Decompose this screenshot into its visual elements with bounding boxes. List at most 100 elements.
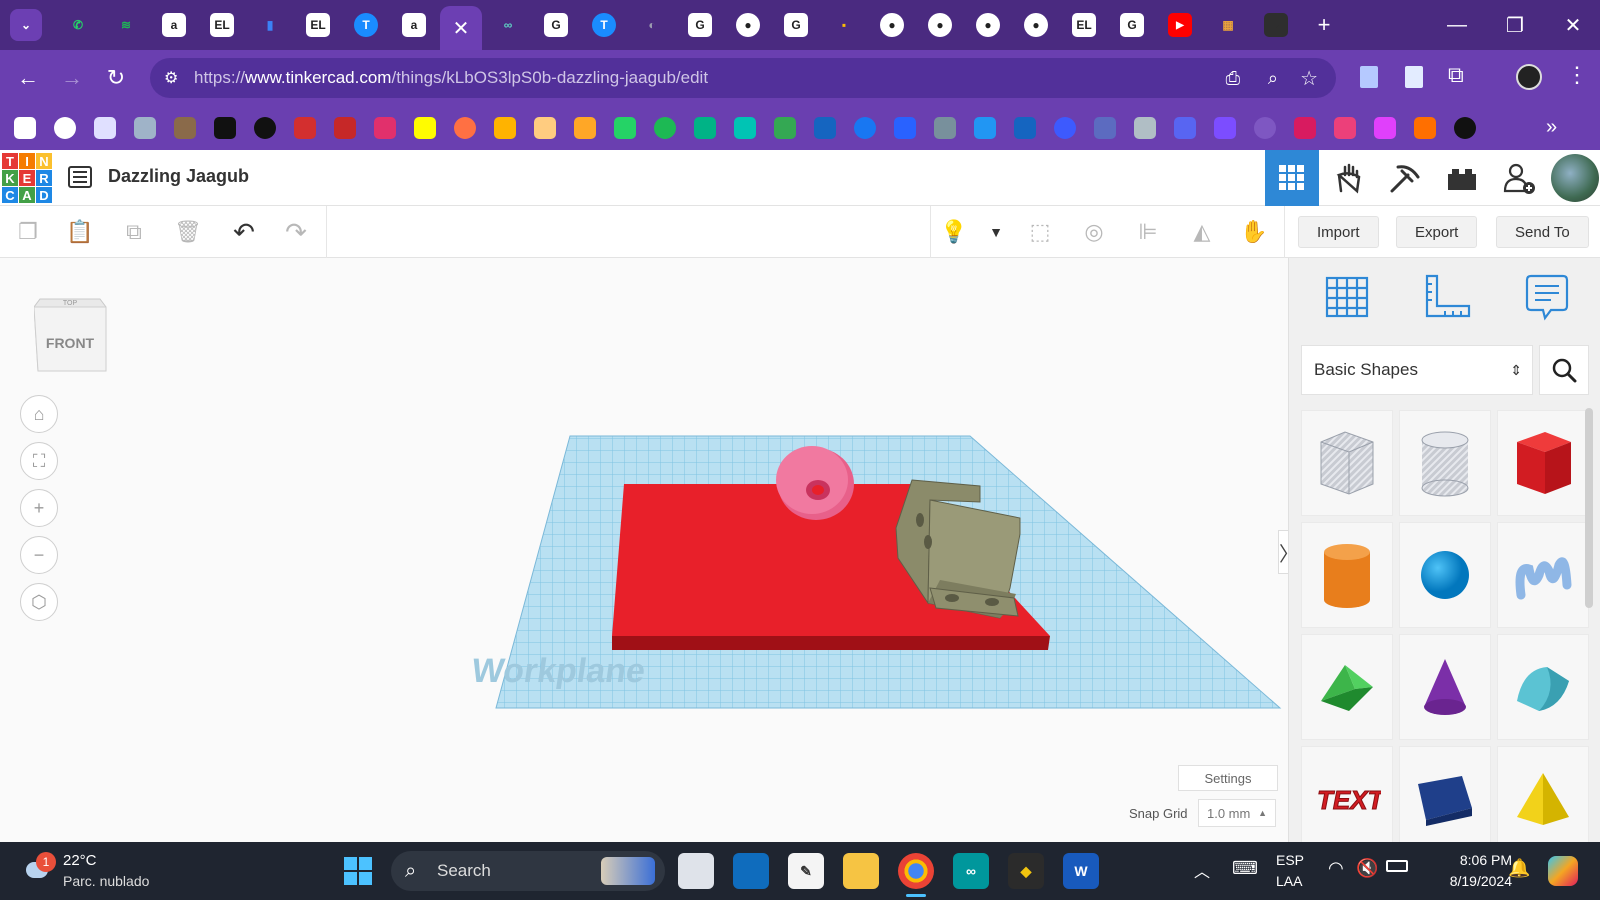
star-icon[interactable]: ☆ — [1300, 66, 1318, 91]
invite-user-button[interactable] — [1492, 150, 1546, 206]
align-icon[interactable]: ⊫ — [1132, 216, 1164, 248]
extension-upload-icon[interactable] — [1405, 66, 1423, 88]
bookmark-icon[interactable] — [574, 117, 596, 139]
google-icon[interactable]: G — [688, 13, 712, 37]
bookmark-icon[interactable] — [1134, 117, 1156, 139]
show-hidden-icons[interactable]: ︿ — [1194, 858, 1210, 882]
install-app-icon[interactable]: ⎙ — [1226, 68, 1240, 89]
battery-icon[interactable] — [1386, 860, 1408, 872]
el-icon[interactable]: EL — [210, 13, 234, 37]
3d-design-view-button[interactable] — [1265, 150, 1319, 206]
bookmark-icon[interactable] — [854, 117, 876, 139]
youtube-icon[interactable]: ▶ — [1168, 13, 1192, 37]
duplicate-icon[interactable]: ⧉ — [118, 216, 150, 248]
zoom-in-icon[interactable]: + — [20, 489, 58, 527]
bookmark-icon[interactable] — [614, 117, 636, 139]
translate-icon[interactable]: T — [354, 13, 378, 37]
shape-pyramid[interactable] — [1497, 746, 1589, 852]
perspective-icon[interactable]: ⬡ — [20, 583, 58, 621]
shape-box[interactable] — [1497, 410, 1589, 516]
bookmark-icon[interactable] — [1094, 117, 1116, 139]
bookmark-icon[interactable] — [1014, 117, 1036, 139]
workplane-tool-icon[interactable] — [1317, 272, 1377, 322]
bookmark-icon[interactable] — [494, 117, 516, 139]
workplane-scene[interactable]: Workplane — [0, 258, 1288, 842]
tinkercad-logo[interactable]: TIN KER CAD — [2, 153, 52, 203]
zoom-out-icon[interactable]: − — [20, 536, 58, 574]
bookmark-icon[interactable] — [1414, 117, 1436, 139]
restore-icon[interactable]: ❐ — [1490, 0, 1540, 50]
bookmark-icon[interactable] — [654, 117, 676, 139]
google-icon[interactable]: G — [784, 13, 808, 37]
notifications-icon[interactable]: 🔔 — [1508, 858, 1530, 879]
el-icon[interactable]: EL — [1072, 13, 1096, 37]
whiteboard-app-icon[interactable]: ✎ — [788, 853, 824, 889]
chrome-icon[interactable] — [898, 853, 934, 889]
close-window-icon[interactable]: ✕ — [1548, 0, 1598, 50]
send-to-button[interactable]: Send To — [1496, 216, 1589, 248]
url-text[interactable]: https://www.tinkercad.com/things/kLbOS3l… — [194, 68, 708, 88]
bookmark-icon[interactable] — [174, 117, 196, 139]
extensions-puzzle-icon[interactable]: ⧉ — [1448, 62, 1464, 88]
blocks-tools-button[interactable] — [1378, 150, 1432, 206]
weather-temperature[interactable]: 22°C — [63, 852, 97, 869]
whatsapp-icon[interactable]: ✆ — [66, 13, 90, 37]
bookmark-icon[interactable] — [1174, 117, 1196, 139]
windows-start-icon[interactable] — [344, 857, 372, 885]
group-icon[interactable]: ⬚ — [1024, 216, 1056, 248]
bookmark-icon[interactable] — [294, 117, 316, 139]
bookmark-icon[interactable] — [774, 117, 796, 139]
mirror-icon[interactable]: ◭ — [1186, 216, 1218, 248]
speaker-muted-icon[interactable]: 🔇 — [1356, 858, 1378, 879]
infinity-icon[interactable]: ∞ — [496, 13, 520, 37]
shape-search-button[interactable] — [1539, 345, 1589, 395]
bookmark-icon[interactable] — [894, 117, 916, 139]
task-view-icon[interactable] — [678, 853, 714, 889]
back-icon[interactable]: ← — [6, 56, 50, 100]
cruise-icon[interactable]: ✋ — [1238, 216, 1270, 248]
bookmark-icon[interactable] — [1254, 117, 1276, 139]
paste-icon[interactable]: 📋 — [64, 216, 96, 248]
clock-time[interactable]: 8:06 PM — [1430, 852, 1512, 868]
view-cube[interactable]: TOP FRONT — [34, 291, 108, 375]
bookmark-icon[interactable] — [1054, 117, 1076, 139]
bookmark-icon[interactable] — [254, 117, 276, 139]
shape-scribble[interactable] — [1497, 522, 1589, 628]
zoom-icon[interactable]: ⌕ — [1268, 68, 1278, 89]
google-icon[interactable]: G — [1120, 13, 1144, 37]
copy-icon[interactable]: ❐ — [12, 216, 44, 248]
user-avatar[interactable] — [1548, 150, 1600, 206]
input-layout[interactable]: LAA — [1276, 873, 1302, 889]
ungroup-icon[interactable]: ◎ — [1078, 216, 1110, 248]
shape-polygon[interactable] — [1399, 746, 1491, 852]
wifi-icon[interactable]: ◠ — [1328, 858, 1344, 879]
shape-sphere[interactable] — [1399, 522, 1491, 628]
redo-icon[interactable]: ↷ — [280, 216, 312, 248]
bookmark-icon[interactable] — [974, 117, 996, 139]
settings-button[interactable]: Settings — [1178, 765, 1278, 791]
tinkercad-icon[interactable]: ▦ — [1216, 13, 1240, 37]
el-icon[interactable]: EL — [306, 13, 330, 37]
bookmark-icon[interactable] — [814, 117, 836, 139]
amazon-icon[interactable]: a — [402, 13, 426, 37]
shape-round-roof[interactable] — [1497, 634, 1589, 740]
forward-icon[interactable]: → — [50, 56, 94, 100]
more-bookmarks-icon[interactable]: » — [1546, 116, 1557, 139]
shape-library-select[interactable]: Basic Shapes ⇕ — [1301, 345, 1533, 395]
amazon-icon[interactable]: a — [162, 13, 186, 37]
design-list-icon[interactable] — [68, 166, 92, 188]
minimize-icon[interactable]: — — [1432, 0, 1482, 50]
bird-icon[interactable]: ✦ — [1264, 13, 1288, 37]
extension-doc-icon[interactable] — [1360, 66, 1378, 88]
fit-view-icon[interactable]: ⛶ — [20, 442, 58, 480]
input-language[interactable]: ESP — [1276, 852, 1304, 868]
bookmark-icon[interactable] — [1214, 117, 1236, 139]
bookmark-icon[interactable] — [214, 117, 236, 139]
bookmark-icon[interactable] — [1454, 117, 1476, 139]
url-bar[interactable]: ⚙ https://www.tinkercad.com/things/kLbOS… — [150, 58, 1336, 98]
lightbulb-icon[interactable]: 💡 — [938, 216, 970, 248]
microsoft-store-icon[interactable] — [733, 853, 769, 889]
panel-scrollbar[interactable] — [1585, 408, 1593, 608]
home-view-icon[interactable]: ⌂ — [20, 395, 58, 433]
delete-icon[interactable]: 🗑 — [172, 216, 204, 248]
